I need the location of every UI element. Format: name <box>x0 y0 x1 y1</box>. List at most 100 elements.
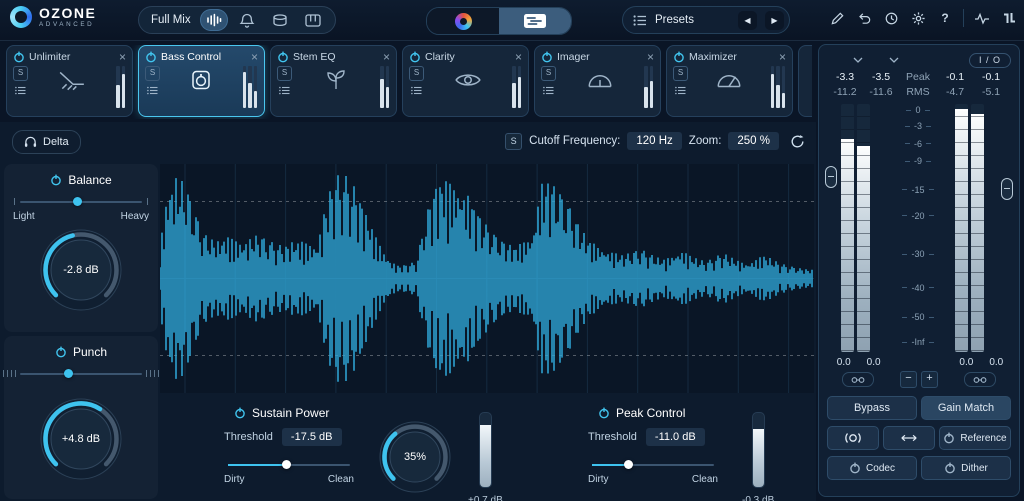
module-card-maximizer[interactable]: Maximizer×S <box>666 45 793 117</box>
peak-slider[interactable] <box>592 459 714 470</box>
punch-slider[interactable] <box>20 368 142 379</box>
meter-zoom-out-button[interactable]: − <box>900 371 917 388</box>
input-gain-handle[interactable] <box>825 166 837 188</box>
module-close-icon[interactable]: × <box>779 52 786 62</box>
output-gain-handle[interactable] <box>1001 178 1013 200</box>
delta-button[interactable]: Delta <box>12 130 81 154</box>
module-power-icon[interactable] <box>13 51 25 63</box>
bypass-button[interactable]: Bypass <box>827 396 917 420</box>
waveform-display[interactable] <box>160 164 814 393</box>
punch-knob[interactable]: +4.8 dB <box>39 397 123 481</box>
reference-button[interactable]: Reference <box>939 426 1011 450</box>
bass-control-icon <box>160 68 243 92</box>
undo-icon[interactable] <box>855 9 873 27</box>
drum-icon[interactable] <box>266 9 294 31</box>
sustain-power-icon[interactable] <box>234 407 246 419</box>
zoom-reset-icon[interactable] <box>788 132 806 150</box>
module-preset-list-icon[interactable] <box>543 86 554 95</box>
history-icon[interactable] <box>882 9 900 27</box>
codec-button[interactable]: Codec <box>827 456 917 480</box>
preset-prev-button[interactable]: ◀ <box>738 11 757 30</box>
toolbar-divider <box>963 9 964 27</box>
balance-power-icon[interactable] <box>50 174 62 186</box>
peak-title: Peak Control <box>616 406 685 420</box>
module-close-icon[interactable]: × <box>647 52 654 62</box>
module-preset-list-icon[interactable] <box>15 86 26 95</box>
module-meter <box>644 66 653 108</box>
meter-options-chevron-icon[interactable] <box>889 57 899 63</box>
output-link-icon[interactable] <box>964 372 996 387</box>
tonal-balance-icon[interactable] <box>427 8 499 34</box>
preset-label[interactable]: Presets <box>655 14 730 26</box>
module-solo-button[interactable]: S <box>541 66 556 81</box>
module-preset-list-icon[interactable] <box>147 86 158 95</box>
module-close-icon[interactable]: × <box>383 52 390 62</box>
module-power-icon[interactable] <box>409 51 421 63</box>
module-preset-list-icon[interactable] <box>675 86 686 95</box>
module-power-icon[interactable] <box>277 51 289 63</box>
meter-options-chevron-icon[interactable] <box>853 57 863 63</box>
stereo-mode-button[interactable] <box>827 426 879 450</box>
keys-icon[interactable] <box>299 9 327 31</box>
sustain-knob[interactable]: 35% <box>378 420 452 494</box>
zoom-value[interactable]: 250 % <box>728 132 779 150</box>
punch-power-icon[interactable] <box>55 346 67 358</box>
module-preset-list-icon[interactable] <box>279 86 290 95</box>
codec-power-icon[interactable] <box>849 462 861 474</box>
bell-icon[interactable] <box>233 9 261 31</box>
module-card-partial[interactable] <box>798 45 812 117</box>
ozone-logo-icon <box>10 6 32 28</box>
module-card-stem-eq[interactable]: Stem EQ×S <box>270 45 397 117</box>
module-card-clarity[interactable]: Clarity×S <box>402 45 529 117</box>
detailed-view-icon[interactable] <box>499 8 571 34</box>
module-power-icon[interactable] <box>541 51 553 63</box>
sustain-slider[interactable] <box>228 459 350 470</box>
module-solo-button[interactable]: S <box>145 66 160 81</box>
reference-power-icon[interactable] <box>943 432 955 444</box>
imager-icon <box>556 68 644 92</box>
module-close-icon[interactable]: × <box>515 52 522 62</box>
ni-logo-icon[interactable] <box>1000 9 1018 27</box>
balance-knob[interactable]: -2.8 dB <box>39 228 123 312</box>
module-card-unlimiter[interactable]: Unlimiter×S <box>6 45 133 117</box>
cutoff-value[interactable]: 120 Hz <box>627 132 681 150</box>
io-toggle-button[interactable]: I / O <box>969 53 1011 68</box>
module-card-bass-control[interactable]: Bass Control×S <box>138 45 265 117</box>
solo-badge[interactable]: S <box>505 133 522 150</box>
module-power-icon[interactable] <box>673 51 685 63</box>
peak-power-icon[interactable] <box>598 407 610 419</box>
dither-button[interactable]: Dither <box>921 456 1011 480</box>
module-preset-list-icon[interactable] <box>411 86 422 95</box>
view-toggle[interactable] <box>426 7 572 35</box>
io-scale-label: -30 <box>887 249 949 259</box>
sustain-power-section: Sustain Power Threshold -17.5 dB Dirty C… <box>224 406 503 501</box>
io-scale-label: -3 <box>887 121 949 131</box>
meter-zoom-in-button[interactable]: + <box>921 371 938 388</box>
module-close-icon[interactable]: × <box>251 52 258 62</box>
pencil-icon[interactable] <box>828 9 846 27</box>
signal-icon[interactable] <box>973 9 991 27</box>
preset-bar[interactable]: Presets ◀ ▶ <box>622 6 790 34</box>
output-rms-left: -4.7 <box>937 86 973 98</box>
peak-max-label: Clean <box>692 474 718 485</box>
module-solo-button[interactable]: S <box>673 66 688 81</box>
balance-slider[interactable] <box>20 196 142 207</box>
width-button[interactable] <box>883 426 935 450</box>
module-power-icon[interactable] <box>145 51 157 63</box>
gain-match-button[interactable]: Gain Match <box>921 396 1011 420</box>
peak-threshold-value[interactable]: -11.0 dB <box>646 428 705 446</box>
gear-icon[interactable] <box>909 9 927 27</box>
dither-power-icon[interactable] <box>944 462 956 474</box>
waveform-icon[interactable] <box>200 9 228 31</box>
module-solo-button[interactable]: S <box>277 66 292 81</box>
input-link-icon[interactable] <box>842 372 874 387</box>
sustain-threshold-value[interactable]: -17.5 dB <box>282 428 342 446</box>
preset-next-button[interactable]: ▶ <box>765 11 784 30</box>
peak-meter <box>752 412 765 488</box>
module-close-icon[interactable]: × <box>119 52 126 62</box>
help-icon[interactable]: ? <box>936 9 954 27</box>
module-card-imager[interactable]: Imager×S <box>534 45 661 117</box>
module-solo-button[interactable]: S <box>409 66 424 81</box>
mix-selector[interactable]: Full Mix <box>138 6 336 34</box>
module-solo-button[interactable]: S <box>13 66 28 81</box>
